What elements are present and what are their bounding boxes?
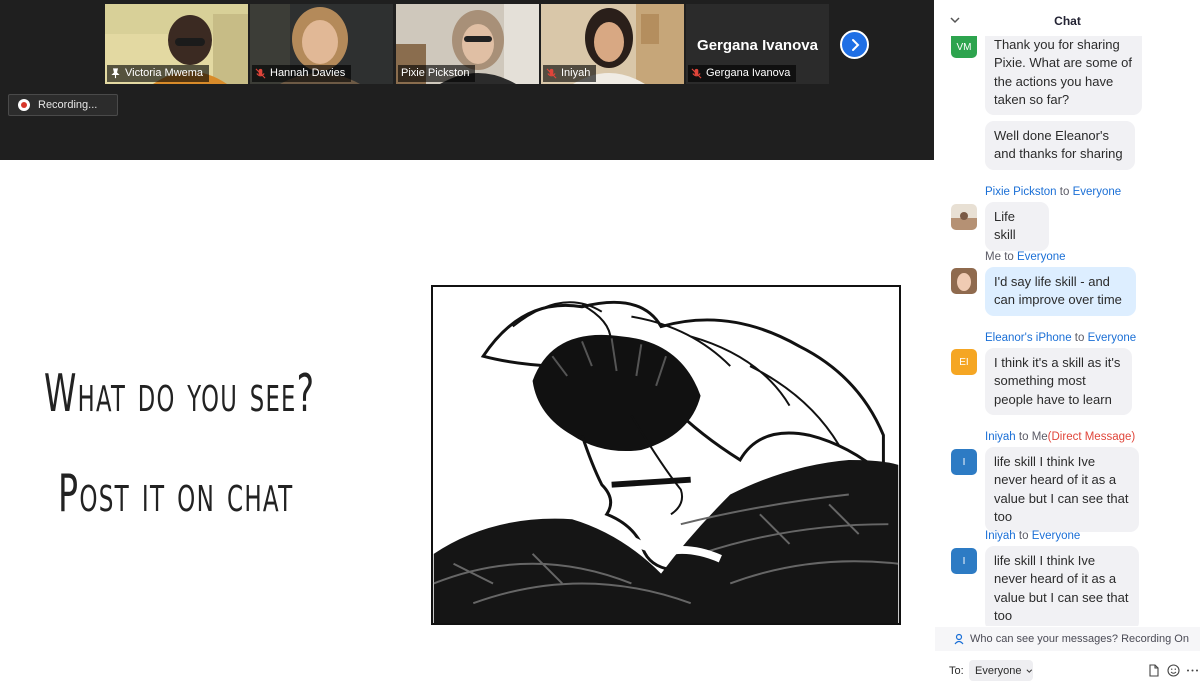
meeting-area: Victoria Mwema Hannah Davies Pixie Picks… bbox=[0, 0, 934, 685]
video-tile-hannah-davies[interactable]: Hannah Davies bbox=[250, 4, 393, 84]
avatar: EI bbox=[951, 349, 977, 375]
sender-name[interactable]: Pixie Pickston bbox=[985, 186, 1057, 198]
chevron-down-icon bbox=[1026, 668, 1033, 673]
recipient: Everyone bbox=[1016, 251, 1066, 263]
emoji-icon[interactable] bbox=[1167, 664, 1180, 677]
recipient: Me bbox=[1031, 431, 1048, 443]
avatar bbox=[951, 268, 977, 294]
mic-muted-icon bbox=[255, 68, 266, 79]
pin-icon bbox=[111, 68, 120, 79]
avatar-photo bbox=[951, 204, 977, 230]
video-tile-pixie-pickston[interactable]: Pixie Pickston bbox=[396, 4, 539, 84]
video-tile-gergana-ivanova[interactable]: Gergana Ivanova Gergana Ivanova bbox=[686, 4, 829, 84]
to-word: to bbox=[1018, 530, 1029, 542]
recipient-select[interactable]: Everyone bbox=[969, 660, 1033, 681]
chat-panel: Chat VM Thank you for sharing Pixie. Wha… bbox=[935, 0, 1200, 685]
record-icon bbox=[18, 99, 30, 111]
to-word: to bbox=[1074, 332, 1085, 344]
message-bubble: Thank you for sharing Pixie. What are so… bbox=[985, 36, 1142, 116]
to-word: to bbox=[1004, 251, 1014, 263]
chat-compose-row: To: Everyone bbox=[935, 656, 1200, 685]
recipient: Everyone bbox=[1031, 530, 1081, 542]
more-icon[interactable] bbox=[1186, 664, 1199, 677]
sender-line: Iniyah to Me(Direct Message) bbox=[985, 431, 1135, 443]
sender-line: Pixie Pickston to Everyone bbox=[985, 186, 1121, 198]
video-gallery-strip: Victoria Mwema Hannah Davies Pixie Picks… bbox=[0, 0, 934, 160]
message-bubble: life skill I think Ive never heard of it… bbox=[985, 546, 1139, 626]
sender-name[interactable]: Eleanor's iPhone bbox=[985, 332, 1072, 344]
mic-muted-icon bbox=[691, 68, 702, 79]
recipient: Everyone bbox=[1072, 186, 1122, 198]
participant-name: Hannah Davies bbox=[270, 67, 346, 79]
to-word: to bbox=[1018, 431, 1029, 443]
participant-name: Victoria Mwema bbox=[125, 67, 204, 79]
chevron-right-icon bbox=[851, 38, 859, 51]
slide-heading-line2: Post it on chat bbox=[58, 464, 294, 524]
optical-illusion-image bbox=[431, 285, 901, 625]
recording-label: Recording... bbox=[38, 99, 98, 111]
illusion-drawing bbox=[433, 287, 899, 623]
chat-header: Chat bbox=[935, 0, 1200, 40]
sender-name[interactable]: Iniyah bbox=[985, 530, 1016, 542]
video-tile-victoria-mwema[interactable]: Victoria Mwema bbox=[105, 4, 248, 84]
participant-display-name: Gergana Ivanova bbox=[697, 37, 818, 54]
message-bubble: Life skill bbox=[985, 202, 1049, 251]
recipient: Everyone bbox=[1087, 332, 1137, 344]
avatar bbox=[951, 204, 977, 230]
participant-name: Iniyah bbox=[561, 67, 591, 79]
shared-screen-slide: What do you see? Post it on chat bbox=[0, 160, 934, 685]
recording-indicator[interactable]: Recording... bbox=[8, 94, 118, 116]
sender-line: Iniyah to Everyone bbox=[985, 530, 1080, 542]
video-tile-iniyah[interactable]: Iniyah bbox=[541, 4, 684, 84]
sender-line: Me to Everyone bbox=[985, 251, 1066, 263]
participant-label: Hannah Davies bbox=[252, 65, 352, 82]
next-page-button[interactable] bbox=[840, 30, 869, 59]
avatar: I bbox=[951, 548, 977, 574]
participant-name: Pixie Pickston bbox=[401, 67, 470, 79]
to-word: to bbox=[1059, 186, 1070, 198]
participant-label: Iniyah bbox=[543, 65, 597, 82]
sender-name: Me bbox=[985, 251, 1001, 263]
visibility-text: Who can see your messages? Recording On bbox=[970, 633, 1189, 645]
file-icon[interactable] bbox=[1147, 664, 1160, 677]
message-bubble: life skill I think Ive never heard of it… bbox=[985, 447, 1139, 533]
message-bubble: I'd say life skill - and can improve ove… bbox=[985, 267, 1136, 316]
avatar: I bbox=[951, 449, 977, 475]
mic-muted-icon bbox=[546, 68, 557, 79]
chat-title: Chat bbox=[1054, 14, 1081, 28]
slide-heading-line1: What do you see? bbox=[44, 364, 316, 424]
participant-label: Pixie Pickston bbox=[398, 65, 476, 82]
sender-line: Eleanor's iPhone to Everyone bbox=[985, 332, 1136, 344]
chat-messages[interactable]: VM Thank you for sharing Pixie. What are… bbox=[935, 36, 1200, 626]
message-bubble: Well done Eleanor's and thanks for shari… bbox=[985, 121, 1135, 170]
participant-label: Gergana Ivanova bbox=[688, 65, 797, 82]
avatar: VM bbox=[951, 36, 977, 58]
recipient-select-value: Everyone bbox=[975, 664, 1022, 677]
sender-name[interactable]: Iniyah bbox=[985, 431, 1016, 443]
person-icon bbox=[954, 633, 964, 645]
message-bubble: I think it's a skill as it's something m… bbox=[985, 348, 1132, 415]
direct-message-label: (Direct Message) bbox=[1047, 431, 1136, 443]
participant-name: Gergana Ivanova bbox=[706, 67, 791, 79]
avatar-photo bbox=[951, 268, 977, 294]
to-label: To: bbox=[949, 665, 964, 677]
message-visibility-bar[interactable]: Who can see your messages? Recording On bbox=[935, 627, 1200, 651]
participant-label: Victoria Mwema bbox=[107, 65, 210, 82]
